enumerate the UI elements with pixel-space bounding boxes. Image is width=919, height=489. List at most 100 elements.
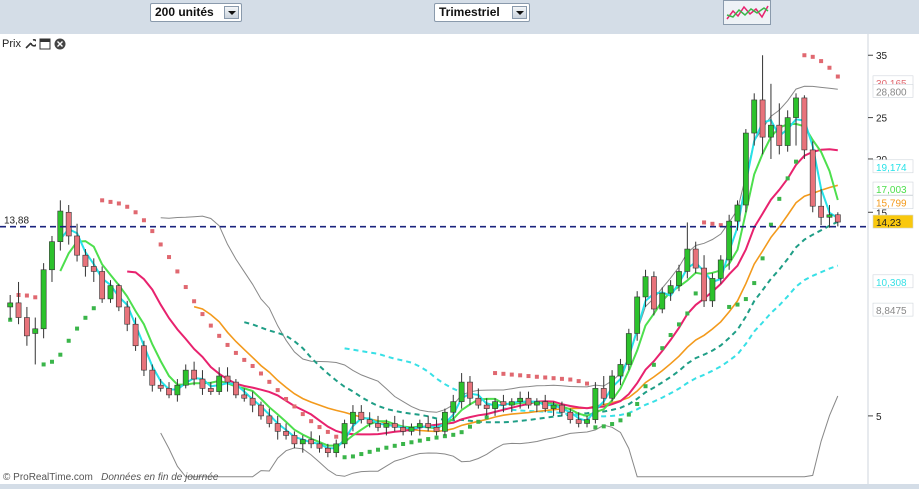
value-tag-label: 28,800 — [876, 87, 907, 98]
period-select-value: Trimestriel — [439, 5, 500, 19]
sar-dot — [41, 362, 46, 367]
sar-dot — [275, 388, 280, 393]
candle-body — [124, 306, 131, 325]
candle-body — [450, 401, 457, 413]
candle-body — [442, 411, 448, 432]
candle-body — [717, 259, 724, 279]
candle-body — [567, 411, 574, 420]
candle-body — [625, 333, 632, 365]
candle-body — [550, 404, 557, 409]
sar-dot — [451, 432, 456, 437]
value-tag-label: 14,23 — [876, 218, 901, 229]
sar-dot — [158, 242, 163, 247]
units-select[interactable]: 200 unités — [150, 3, 242, 22]
candle-body — [734, 204, 741, 222]
toolbar: 200 unités Trimestriel — [0, 0, 919, 34]
candle-body — [391, 423, 398, 428]
candle-body — [299, 439, 306, 445]
panel-title: Prix — [2, 38, 21, 50]
candle-body — [375, 423, 381, 428]
sar-dot — [359, 452, 364, 457]
candle-body — [291, 435, 298, 445]
sar-dot — [300, 412, 305, 417]
candle-body — [592, 388, 599, 420]
sar-dot — [651, 362, 656, 367]
candle-body — [207, 388, 214, 392]
candle-body — [216, 375, 223, 392]
candle-body — [15, 302, 22, 318]
close-icon[interactable] — [54, 38, 66, 50]
sar-dot — [108, 199, 113, 204]
sar-dot — [777, 196, 782, 201]
sar-dot — [601, 424, 606, 429]
sar-dot — [676, 322, 681, 327]
sar-dot — [568, 377, 573, 382]
candle-body — [99, 271, 106, 300]
window-icon[interactable] — [39, 38, 51, 50]
candle-body — [467, 381, 473, 399]
sar-dot — [141, 218, 146, 223]
sar-dot — [49, 359, 54, 364]
candle-body — [107, 285, 114, 300]
candle-body — [274, 423, 281, 432]
candle-body — [283, 431, 289, 436]
last-price-label: 13,88 — [4, 216, 29, 227]
indicators-button[interactable] — [723, 0, 771, 25]
sar-dot — [434, 435, 439, 440]
sar-dot — [426, 437, 431, 442]
candle-body — [400, 427, 406, 432]
candle-body — [776, 124, 783, 146]
candle-body — [425, 423, 432, 428]
value-tag-label: 15,799 — [876, 199, 907, 210]
candle-body — [333, 443, 340, 453]
candle-body — [458, 381, 465, 402]
candle-body — [801, 97, 808, 151]
sar-dot — [217, 333, 222, 338]
sar-dot — [668, 333, 673, 338]
candle-body — [542, 401, 549, 409]
wrench-icon[interactable] — [24, 38, 36, 50]
candle-body — [366, 419, 373, 424]
indicators-icon — [726, 5, 769, 20]
candle-body — [793, 97, 799, 118]
candle-body — [826, 214, 833, 218]
ma-orange-line — [193, 184, 839, 433]
candle-body — [174, 384, 181, 396]
candle-body — [559, 404, 565, 413]
candle-body — [74, 235, 80, 256]
sar-dot — [208, 323, 213, 328]
y-tick-label: 25 — [876, 114, 888, 125]
candle-body — [249, 397, 256, 406]
sar-dot — [593, 425, 598, 430]
sar-dot — [100, 198, 105, 203]
sar-dot — [685, 311, 690, 316]
chevron-down-icon[interactable] — [224, 6, 239, 19]
candle-body — [575, 419, 582, 424]
ma-dashed-teal-line — [244, 220, 839, 424]
candle-body — [82, 254, 89, 267]
candle-body — [7, 302, 14, 308]
sar-dot — [794, 159, 799, 164]
candle-body — [149, 369, 156, 386]
sar-dot — [802, 53, 807, 58]
sar-dot — [91, 306, 96, 311]
candle-body — [742, 132, 749, 206]
sar-dot — [317, 425, 322, 430]
period-select[interactable]: Trimestriel — [434, 3, 530, 22]
candle-body — [433, 427, 440, 432]
sar-dot — [459, 430, 464, 435]
candle-body — [809, 149, 816, 207]
candle-body — [759, 99, 766, 138]
footer-copyright: © ProRealTime.com — [3, 472, 93, 483]
value-tag-label: 8,8475 — [876, 306, 907, 317]
candle-body — [667, 285, 674, 294]
sar-dot — [409, 440, 414, 445]
chevron-down-icon[interactable] — [512, 6, 527, 19]
sar-dot — [367, 449, 372, 454]
sar-dot — [702, 220, 707, 225]
candle-body — [266, 415, 273, 424]
candle-body — [191, 369, 197, 380]
candle-body — [383, 423, 390, 428]
sar-dot — [760, 256, 765, 261]
sar-dot — [610, 422, 615, 427]
